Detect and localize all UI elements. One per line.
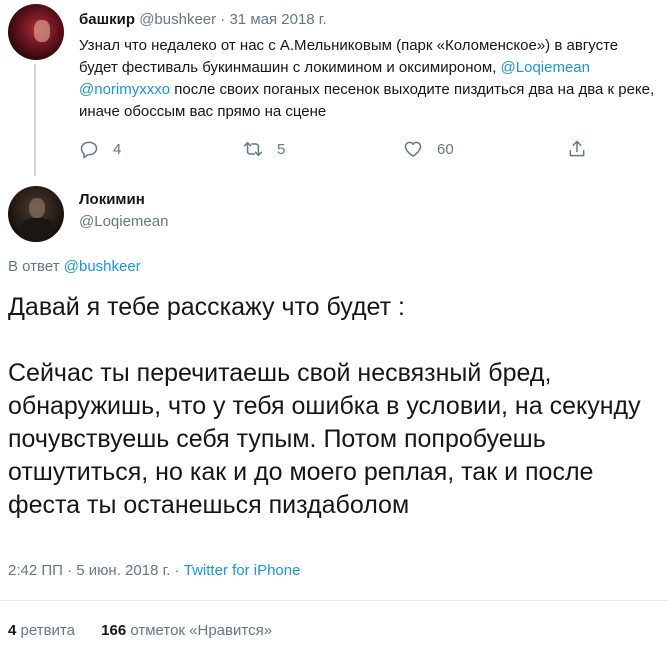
- parent-avatar[interactable]: [8, 4, 64, 60]
- likes-stat[interactable]: 166 отметок «Нравится»: [101, 622, 272, 639]
- main-author-name[interactable]: Локимин: [79, 190, 145, 210]
- tweet-meta: 2:42 ПП · 5 июн. 2018 г. · Twitter for i…: [8, 561, 300, 581]
- parent-tweet-header: башкир @bushkeer · 31 мая 2018 г.: [79, 10, 327, 30]
- tweet-page: башкир @bushkeer · 31 мая 2018 г. Узнал …: [0, 0, 669, 647]
- retweet-icon: [243, 142, 263, 156]
- reply-icon: [80, 141, 98, 159]
- tweet-date[interactable]: 5 июн. 2018 г.: [76, 562, 170, 579]
- avatar-face: [29, 198, 45, 218]
- tweet-paragraph-1: Давай я тебе расскажу что будет :: [8, 293, 405, 321]
- tweet-source-link[interactable]: Twitter for iPhone: [184, 562, 301, 579]
- reply-count: 4: [113, 140, 122, 158]
- reply-mention-bushkeer-link[interactable]: @bushkeer: [64, 258, 141, 275]
- parent-author-handle[interactable]: @bushkeer: [139, 11, 216, 28]
- retweet-button[interactable]: 5: [243, 137, 285, 161]
- tweet-paragraph-2: Сейчас ты перечитаешь свой несвязный бре…: [8, 359, 641, 519]
- main-author-handle[interactable]: @Loqiemean: [79, 212, 168, 232]
- likes-label: отметок «Нравится»: [130, 622, 273, 639]
- reply-prefix: В ответ: [8, 258, 60, 275]
- retweet-count: 5: [277, 140, 286, 158]
- avatar-body: [20, 218, 54, 242]
- avatar-figure: [34, 20, 50, 42]
- thread-connector-line: [34, 64, 36, 176]
- parent-tweet-text: Узнал что недалеко от нас с А.Мельниковы…: [79, 35, 659, 123]
- stats-divider: [0, 600, 669, 601]
- main-tweet-text: Давай я тебе расскажу что будет : Сейчас…: [8, 291, 663, 522]
- retweets-label: ретвита: [20, 622, 75, 639]
- retweets-stat[interactable]: 4 ретвита: [8, 622, 75, 639]
- like-count: 60: [437, 140, 454, 158]
- reply-button[interactable]: 4: [79, 137, 121, 161]
- meta-separator-2: ·: [174, 562, 180, 579]
- share-icon: [569, 140, 585, 157]
- mention-loqiemean-link[interactable]: @Loqiemean: [501, 59, 590, 76]
- tweet-stats: 4 ретвита 166 отметок «Нравится»: [8, 621, 272, 641]
- header-separator: ·: [220, 11, 226, 28]
- parent-tweet-actions: 4 5 60: [79, 137, 619, 161]
- likes-count: 166: [101, 622, 127, 639]
- tweet-time[interactable]: 2:42 ПП: [8, 562, 63, 579]
- meta-separator: ·: [67, 562, 73, 579]
- share-button[interactable]: [567, 137, 587, 161]
- reply-context: В ответ @bushkeer: [8, 257, 141, 277]
- parent-tweet-date[interactable]: 31 мая 2018 г.: [229, 11, 326, 28]
- retweets-count: 4: [8, 622, 17, 639]
- main-author-avatar[interactable]: [8, 186, 64, 242]
- heart-icon: [404, 141, 422, 157]
- parent-tweet[interactable]: башкир @bushkeer · 31 мая 2018 г. Узнал …: [0, 0, 669, 180]
- like-button[interactable]: 60: [403, 137, 454, 161]
- mention-norimyxxxo-link[interactable]: @norimyxxxo: [79, 81, 170, 98]
- parent-author-name[interactable]: башкир: [79, 11, 135, 28]
